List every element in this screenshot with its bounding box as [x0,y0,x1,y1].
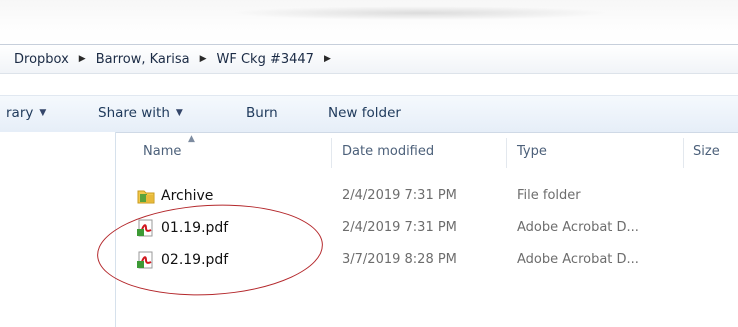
file-name-cell: Archive [137,187,213,205]
column-header-name[interactable]: Name [143,144,181,159]
breadcrumb-item-barrow-karisa[interactable]: Barrow, Karisa [92,52,194,67]
column-divider[interactable] [506,138,507,168]
file-name: Archive [161,188,214,204]
sort-ascending-icon: ▲ [188,134,195,144]
library-button[interactable]: rary ▼ [6,105,46,121]
new-folder-label: New folder [328,105,401,121]
command-bar: rary ▼ Share with ▼ Burn New folder [0,95,738,133]
dropdown-arrow-icon: ▼ [175,108,183,118]
column-divider[interactable] [683,138,684,168]
file-date: 2/4/2019 7:31 PM [342,220,457,235]
breadcrumb: Dropbox ▶ Barrow, Karisa ▶ WF Ckg #3447 … [10,52,337,67]
chevron-right-icon[interactable]: ▶ [73,54,92,64]
burn-button[interactable]: Burn [246,105,278,121]
file-type: Adobe Acrobat D... [517,252,639,267]
breadcrumb-item-wf-ckg[interactable]: WF Ckg #3447 [213,52,318,67]
new-folder-button[interactable]: New folder [328,105,401,121]
library-label: rary [6,105,34,121]
file-type: Adobe Acrobat D... [517,220,639,235]
share-with-button[interactable]: Share with ▼ [98,105,183,121]
file-date: 3/7/2019 8:28 PM [342,252,457,267]
folder-icon [137,187,155,205]
blurred-region [230,6,610,20]
share-with-label: Share with [98,105,170,121]
burn-label: Burn [246,105,278,121]
column-header-size[interactable]: Size [693,144,720,159]
navigation-pane[interactable] [0,132,116,327]
column-divider[interactable] [331,138,332,168]
window-top-area [0,0,738,44]
annotation-ellipse [94,199,326,301]
column-header-type[interactable]: Type [517,144,547,159]
column-header-date-modified[interactable]: Date modified [342,144,434,159]
chevron-right-icon[interactable]: ▶ [194,54,213,64]
file-type: File folder [517,188,581,203]
breadcrumb-item-dropbox[interactable]: Dropbox [10,52,73,67]
address-bar[interactable]: Dropbox ▶ Barrow, Karisa ▶ WF Ckg #3447 … [0,44,738,74]
chevron-right-icon[interactable]: ▶ [318,54,337,64]
dropdown-arrow-icon: ▼ [39,108,47,118]
file-date: 2/4/2019 7:31 PM [342,188,457,203]
